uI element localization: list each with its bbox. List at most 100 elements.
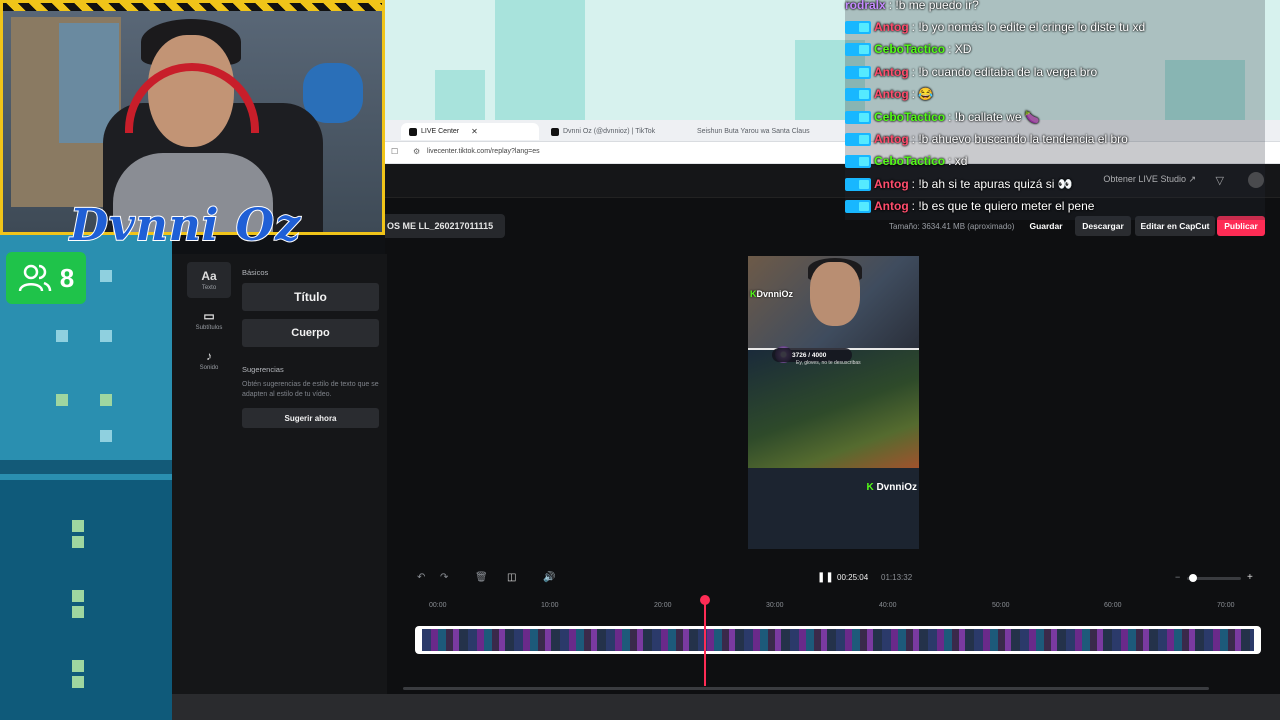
chat-user: Antog [874, 87, 909, 101]
chat-message: rodralx : !b me puedo ir? [845, 0, 979, 15]
subscriber-badge-icon [845, 42, 871, 56]
music-note-icon: ♪ [206, 348, 212, 363]
chat-message: Antog : !b yo nomás lo edite el cringe l… [845, 17, 1145, 37]
preview-cam-name: DvnniOz [756, 289, 794, 299]
video-preview[interactable]: KDvnniOz 3726 / 4000 Ey, gloves, no te d… [748, 256, 919, 549]
chat-user: CeboTactico [874, 110, 946, 124]
subscriber-badge-icon [845, 132, 871, 146]
close-icon[interactable]: ✕ [471, 127, 478, 136]
url-text: livecenter.tiktok.com/replay?lang=es [427, 148, 540, 155]
tool-sound[interactable]: ♪ Sonido [187, 342, 231, 378]
chat-user: CeboTactico [874, 42, 946, 56]
tab-label: LIVE Center [421, 128, 460, 135]
chat-text: : !b ah si te apuras quizá si 👀 [911, 177, 1073, 191]
zoom-out-icon[interactable]: − [1175, 572, 1180, 582]
bookmark-icon[interactable]: ☐ [391, 147, 398, 156]
chat-text: : !b ahuevo buscando la tendencia el bro [911, 132, 1128, 146]
undo-icon[interactable]: ↶ [417, 572, 425, 583]
subscriber-badge-icon [845, 20, 871, 34]
text-icon: Aa [201, 268, 217, 283]
preview-bottom-banner: K DvnniOz [748, 468, 919, 549]
tick: 40:00 [879, 602, 897, 609]
headphones [125, 63, 259, 133]
chat-text: : !b yo nomás lo edite el cringe lo dist… [911, 20, 1146, 34]
chat-message: Antog : 😂 [845, 84, 933, 104]
tool-label: Subtítulos [195, 324, 223, 331]
tool-subtitles[interactable]: ▭ Subtítulos [187, 302, 231, 338]
users-icon [18, 264, 52, 292]
volume-icon[interactable]: 🔊 [543, 572, 555, 583]
playhead-handle[interactable] [700, 595, 710, 605]
chat-message: CeboTactico : xd [845, 151, 967, 171]
chat-user: Antog [874, 20, 909, 34]
video-preview-area: KDvnniOz 3726 / 4000 Ey, gloves, no te d… [387, 254, 1280, 560]
subscriber-badge-icon [845, 65, 871, 79]
tool-label: Texto [201, 284, 217, 291]
subscriber-badge-icon [845, 199, 871, 213]
suggest-now-button[interactable]: Sugerir ahora [242, 408, 379, 428]
tick: 10:00 [541, 602, 559, 609]
chat-user: rodralx [845, 0, 886, 12]
chat-message: Antog : !b ahuevo buscando la tendencia … [845, 129, 1128, 149]
zoom-in-icon[interactable]: + [1247, 572, 1253, 583]
tiktok-icon [551, 127, 559, 136]
tick: 70:00 [1217, 602, 1235, 609]
chat-user: Antog [874, 177, 909, 191]
text-panel: Aa Texto ▭ Subtítulos ♪ Sonido Básicos T… [172, 254, 387, 694]
basics-heading: Básicos [242, 268, 269, 277]
title-style-button[interactable]: Título [242, 283, 379, 311]
tab-seishun[interactable]: Seishun Buta Yarou wa Santa Claus [689, 123, 839, 140]
chat-text: : !b es que te quiero meter el pene [911, 199, 1095, 213]
chat-user: Antog [874, 65, 909, 79]
tiktok-icon [409, 127, 417, 136]
tab-label: Dvnni Oz (@dvnnioz) | TikTok [563, 128, 656, 135]
zoom-slider-knob[interactable] [1189, 574, 1197, 582]
chat-user: Antog [874, 199, 909, 213]
viewer-count: 8 [59, 262, 75, 293]
delete-icon[interactable]: 🗑 [475, 572, 488, 583]
current-time: 00:25:04 [837, 573, 869, 582]
preview-webcam: KDvnniOz [748, 256, 919, 350]
suggestions-description: Obtén sugerencias de estilo de texto que… [242, 381, 379, 398]
video-clip-strip[interactable] [415, 626, 1261, 654]
pause-icon[interactable]: ❚❚ [817, 572, 834, 583]
viewer-count-badge: 8 [6, 252, 86, 304]
screen: LIVE Center ✕ Dvnni Oz (@dvnnioz) | TikT… [0, 0, 1280, 720]
tool-label: Sonido [199, 364, 219, 371]
tool-text[interactable]: Aa Texto [187, 262, 231, 298]
body-style-button[interactable]: Cuerpo [242, 319, 379, 347]
hazard-stripe [3, 3, 382, 11]
clip-thumbnails [422, 629, 1254, 651]
face [810, 262, 860, 326]
time-ruler: 00:00 10:00 20:00 30:00 40:00 50:00 60:0… [403, 602, 1263, 616]
redo-icon[interactable]: ↷ [440, 572, 448, 583]
suggestions-heading: Sugerencias [242, 365, 284, 374]
tick: 20:00 [654, 602, 672, 609]
chat-message: Antog : !b ah si te apuras quizá si 👀 [845, 174, 1073, 194]
split-icon[interactable]: ◫ [507, 572, 516, 583]
hanging-cloth [303, 63, 363, 123]
subscriber-badge-icon [845, 177, 871, 191]
timeline: ↶ ↷ 🗑 ◫ 🔊 ❚❚ 00:25:04 01:13:32 − + 00:00… [387, 560, 1280, 694]
chat-text: : XD [948, 42, 972, 56]
tick: 30:00 [766, 602, 784, 609]
timeline-scrollbar[interactable] [403, 687, 1209, 690]
bottom-name: K DvnniOz [866, 482, 917, 493]
bottom-name-text: DvnniOz [876, 482, 917, 493]
preview-gameplay [748, 350, 919, 468]
file-name: OS ME LL_260217011115 [385, 214, 506, 238]
channel-name-logo: Dvnni Oz [69, 199, 302, 252]
sub-goal-caption: Ey, gloves, no te desuscribas [796, 360, 861, 366]
tab-live-center[interactable]: LIVE Center ✕ [401, 123, 539, 140]
tick: 50:00 [992, 602, 1010, 609]
tab-tiktok-profile[interactable]: Dvnni Oz (@dvnnioz) | TikTok [543, 123, 681, 140]
kick-icon: K [866, 482, 877, 493]
chat-message: CeboTactico : XD [845, 39, 971, 59]
site-info-icon[interactable]: ⚙ [413, 147, 420, 156]
playhead[interactable] [704, 596, 706, 686]
subscriber-badge-icon [845, 154, 871, 168]
kick-name: KDvnniOz [750, 289, 793, 299]
total-time: 01:13:32 [881, 573, 913, 582]
chat-user: CeboTactico [874, 154, 946, 168]
text-options: Básicos Título Cuerpo Sugerencias Obtén … [242, 268, 380, 436]
